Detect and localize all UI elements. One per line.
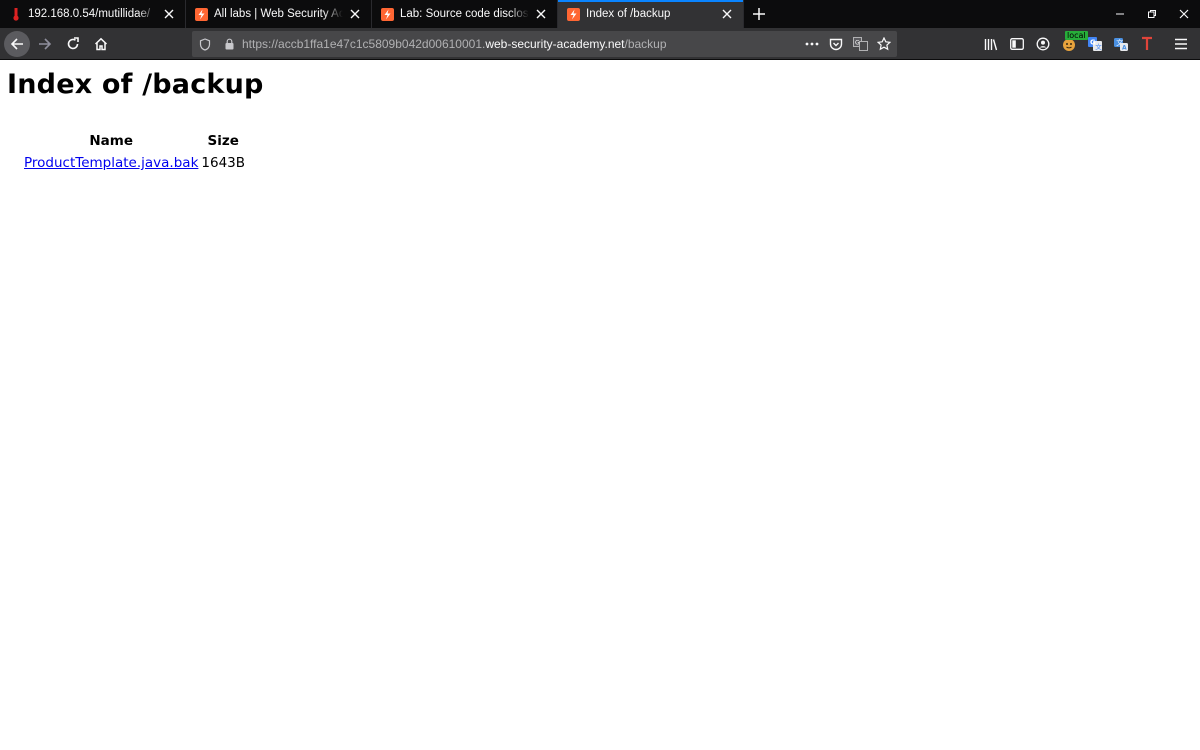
file-size: 1643B (201, 155, 246, 171)
close-icon[interactable] (347, 6, 363, 22)
tab-title: Lab: Source code disclosure via backup f… (400, 8, 529, 20)
svg-text:文: 文 (1095, 42, 1102, 51)
close-icon[interactable] (719, 6, 735, 22)
arrow-left-icon (10, 37, 23, 50)
tab-index-of-backup[interactable]: Index of /backup (558, 0, 744, 28)
google-translate-icon[interactable]: G文 (1082, 31, 1108, 57)
page-actions-icon[interactable] (803, 35, 821, 53)
file-link[interactable]: ProductTemplate.java.bak (24, 155, 198, 171)
sidebar-icon[interactable] (1004, 31, 1030, 57)
window-controls (1104, 0, 1200, 28)
file-listing-table: Name Size ProductTemplate.java.bak 1643B (21, 127, 248, 177)
toolbar-right: local G文 文A (978, 28, 1194, 60)
account-icon[interactable] (1030, 31, 1056, 57)
portswigger-icon (381, 7, 394, 21)
url-host: web-security-academy.net (485, 37, 625, 51)
shield-icon[interactable] (196, 35, 214, 53)
tab-mutillidae[interactable]: 192.168.0.54/mutillidae/ (0, 0, 186, 28)
navigation-toolbar: https://accb1ffa1e47c1c5809b042d00610001… (0, 28, 1200, 60)
column-header-name: Name (89, 133, 134, 149)
extension-container-icon[interactable]: local (1056, 31, 1088, 57)
portswigger-icon (195, 7, 208, 21)
tab-strip: 192.168.0.54/mutillidae/ All labs | Web … (0, 0, 1200, 28)
page-title: Index of /backup (7, 69, 264, 100)
column-header-size: Size (207, 133, 239, 149)
bookmark-star-icon[interactable] (875, 35, 893, 53)
lock-icon[interactable] (220, 35, 238, 53)
close-icon[interactable] (533, 6, 549, 22)
url-prefix: https://accb1ffa1e47c1c5809b042d00610001… (242, 37, 486, 51)
table-header-row: Name Size (24, 133, 245, 149)
translate-icon[interactable]: G (851, 35, 869, 53)
svg-text:G: G (855, 40, 860, 47)
url-path: /backup (624, 37, 667, 51)
portswigger-icon (567, 7, 580, 21)
table-row: ProductTemplate.java.bak 1643B (24, 155, 245, 171)
tab-all-labs[interactable]: All labs | Web Security Academy (186, 0, 372, 28)
minimize-icon (1116, 13, 1124, 15)
tab-title: All labs | Web Security Academy (214, 8, 343, 20)
restore-icon (1148, 10, 1156, 18)
hamburger-menu-icon[interactable] (1168, 31, 1194, 57)
pocket-icon[interactable] (827, 35, 845, 53)
arrow-right-icon (39, 37, 52, 50)
page-content: Index of /backup Name Size ProductTempla… (0, 61, 1200, 750)
reload-button[interactable] (60, 31, 86, 57)
back-button[interactable] (4, 30, 30, 57)
home-button[interactable] (88, 31, 114, 57)
library-icon[interactable] (978, 31, 1004, 57)
plus-icon (753, 8, 765, 20)
tab-title: 192.168.0.54/mutillidae/ (28, 8, 151, 20)
reload-icon (67, 36, 79, 49)
close-icon[interactable] (161, 6, 177, 22)
new-tab-button[interactable] (744, 0, 774, 28)
t-extension-icon[interactable] (1134, 31, 1160, 57)
forward-button[interactable] (32, 31, 58, 57)
restore-button[interactable] (1136, 0, 1168, 28)
home-icon (94, 37, 108, 50)
address-bar[interactable]: https://accb1ffa1e47c1c5809b042d00610001… (192, 31, 897, 57)
minimize-button[interactable] (1104, 0, 1136, 28)
mutillidae-icon (9, 7, 22, 21)
tab-title: Index of /backup (586, 8, 671, 20)
tab-lab-source-code[interactable]: Lab: Source code disclosure via backup f… (372, 0, 558, 28)
close-window-button[interactable] (1168, 0, 1200, 28)
url-text[interactable]: https://accb1ffa1e47c1c5809b042d00610001… (242, 37, 667, 51)
translate-extension-icon[interactable]: 文A (1108, 31, 1134, 57)
svg-text:A: A (1122, 45, 1127, 52)
close-icon (1179, 9, 1189, 19)
